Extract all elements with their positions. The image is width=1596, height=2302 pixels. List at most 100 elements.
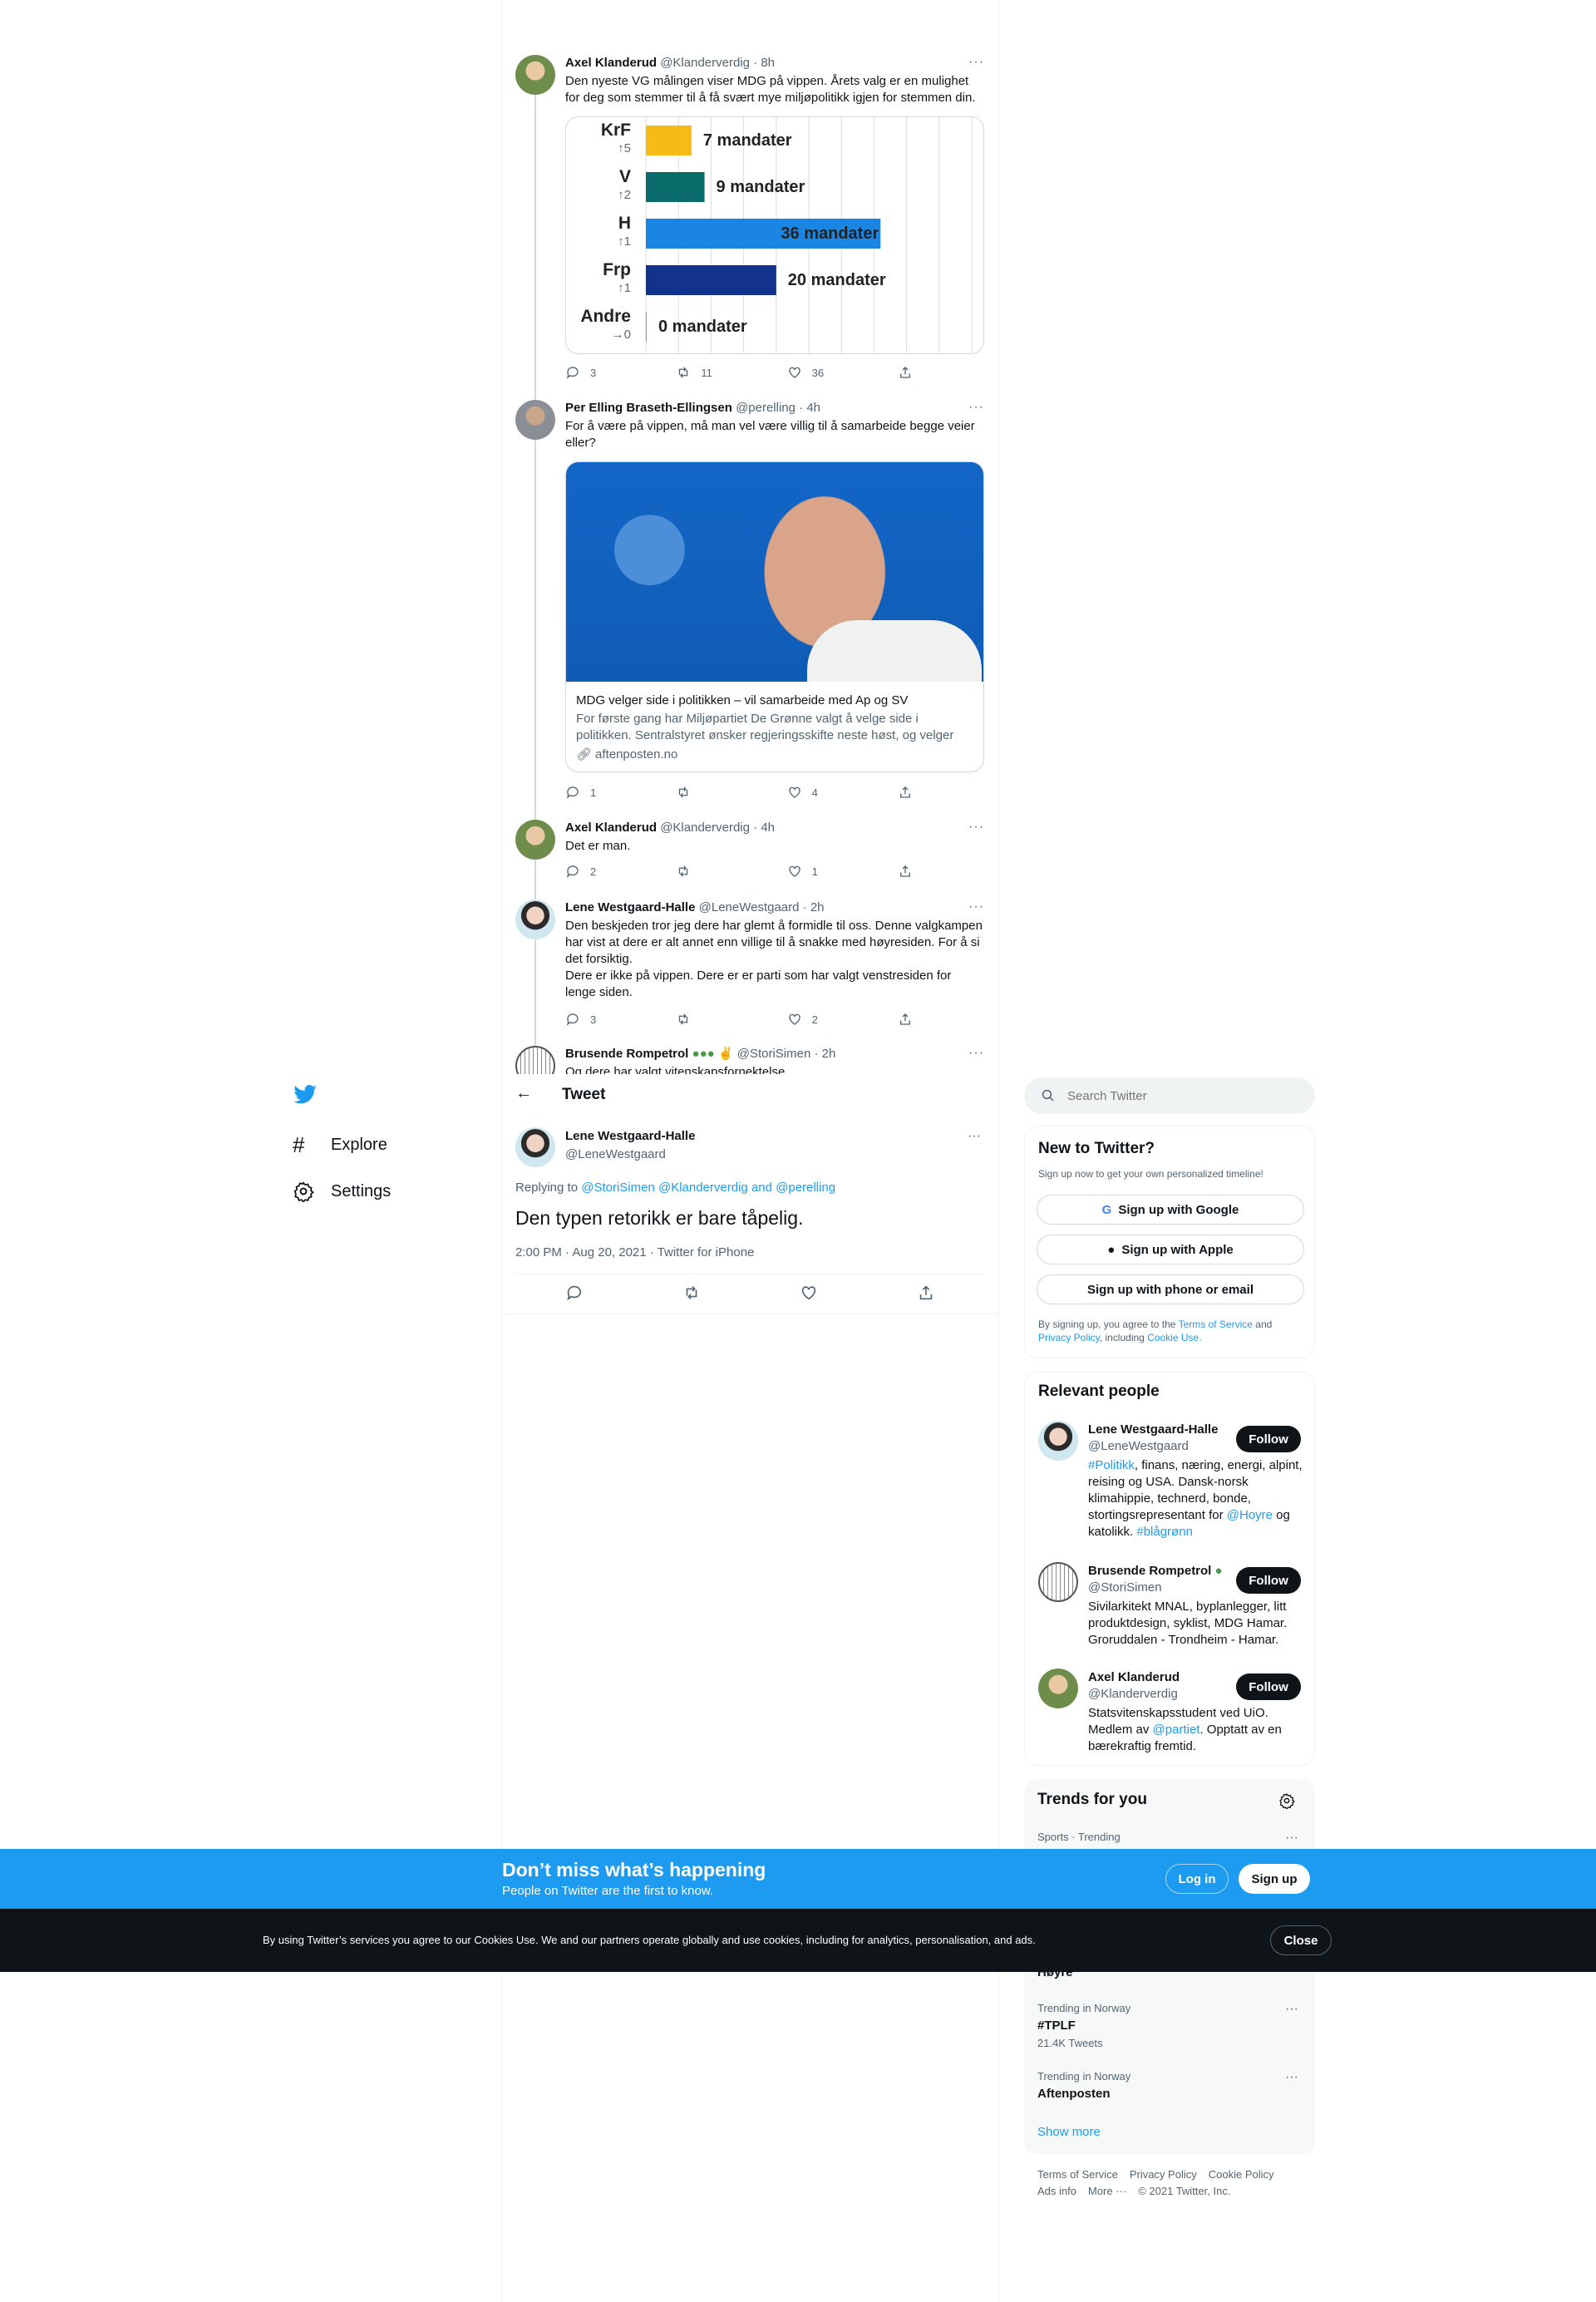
tweet-time[interactable]: 4h: [806, 401, 820, 415]
tweet[interactable]: Axel Klanderud @Klanderverdig · 8h ··· D…: [502, 55, 998, 387]
author-name[interactable]: Axel Klanderud: [565, 821, 657, 835]
avatar[interactable]: [515, 1127, 555, 1167]
author-name[interactable]: Brusende Rompetrol: [565, 1047, 688, 1061]
signup-button[interactable]: Sign up: [1239, 1864, 1310, 1894]
reply-button[interactable]: 1: [565, 784, 665, 801]
follow-button[interactable]: Follow: [1236, 1674, 1301, 1700]
nav-explore[interactable]: # Explore: [293, 1132, 387, 1158]
retweet-button[interactable]: [676, 784, 776, 801]
tweet-meta[interactable]: 2:00 PM · Aug 20, 2021 · Twitter for iPh…: [515, 1245, 754, 1259]
person-handle[interactable]: @Klanderverdig: [1088, 1687, 1178, 1701]
reply-icon[interactable]: [565, 1284, 584, 1302]
footer-terms-link[interactable]: Terms of Service: [1037, 2168, 1118, 2181]
retweet-button[interactable]: [676, 863, 776, 880]
author-handle[interactable]: @LeneWestgaard: [699, 900, 800, 914]
tweet[interactable]: Brusende Rompetrol ●●● ✌ @StoriSimen · 2…: [502, 1046, 998, 1074]
footer-cookie-link[interactable]: Cookie Policy: [1209, 2168, 1274, 2181]
person-name[interactable]: Axel Klanderud: [1088, 1670, 1180, 1684]
gear-icon[interactable]: [1278, 1792, 1295, 1809]
follow-button[interactable]: Follow: [1236, 1567, 1301, 1594]
avatar[interactable]: [515, 1046, 555, 1074]
more-icon[interactable]: ···: [1285, 2002, 1298, 2017]
privacy-link[interactable]: Privacy Policy: [1038, 1332, 1100, 1343]
trend-name[interactable]: #TPLF: [1037, 2019, 1076, 2033]
login-button[interactable]: Log in: [1165, 1864, 1229, 1894]
share-button[interactable]: [898, 364, 914, 381]
author-handle[interactable]: @Klanderverdig: [660, 821, 750, 835]
share-button[interactable]: [898, 1011, 914, 1028]
chart-image[interactable]: KrF ↑5 7 mandater V ↑2 9 mandater H ↑1 36 mandat…: [565, 116, 984, 354]
person-name[interactable]: Lene Westgaard-Halle: [1088, 1422, 1218, 1437]
more-icon[interactable]: ···: [968, 820, 984, 835]
retweet-button[interactable]: [676, 1011, 776, 1028]
twitter-logo-icon[interactable]: [291, 1082, 319, 1107]
tweet[interactable]: Lene Westgaard-Halle @LeneWestgaard · 2h…: [502, 900, 998, 1026]
terms-link[interactable]: Terms of Service: [1179, 1319, 1253, 1330]
reply-button[interactable]: 2: [565, 863, 665, 880]
author-handle[interactable]: @Klanderverdig: [660, 56, 750, 70]
signup-phone-button[interactable]: Sign up with phone or email: [1037, 1274, 1304, 1304]
avatar[interactable]: [515, 55, 555, 95]
more-icon[interactable]: ···: [968, 400, 984, 415]
trend-category[interactable]: Sports · Trending: [1037, 1831, 1121, 1843]
avatar[interactable]: [1038, 1562, 1078, 1602]
like-button[interactable]: 36: [787, 364, 887, 381]
search-box[interactable]: [1024, 1077, 1315, 1114]
retweet-button[interactable]: 11: [676, 364, 776, 381]
footer-privacy-link[interactable]: Privacy Policy: [1130, 2168, 1197, 2181]
mention-link[interactable]: @Hoyre: [1227, 1508, 1273, 1522]
person-name[interactable]: Brusende Rompetrol ●: [1088, 1564, 1223, 1578]
avatar[interactable]: [515, 400, 555, 440]
like-button[interactable]: 1: [787, 863, 887, 880]
mention-link[interactable]: @StoriSimen @Klanderverdig: [581, 1181, 748, 1195]
follow-button[interactable]: Follow: [1236, 1426, 1301, 1452]
cookie-close-button[interactable]: Close: [1270, 1925, 1332, 1955]
avatar[interactable]: [515, 820, 555, 860]
author-name[interactable]: Lene Westgaard-Halle: [565, 1129, 695, 1143]
link-card[interactable]: MDG velger side i politikken – vil samar…: [565, 461, 984, 772]
trend-name[interactable]: Aftenposten: [1037, 2087, 1111, 2101]
more-icon[interactable]: ···: [968, 55, 984, 70]
author-handle[interactable]: @perelling: [736, 401, 796, 415]
tweet-time[interactable]: 4h: [761, 821, 775, 835]
show-more-link[interactable]: Show more: [1037, 2125, 1101, 2139]
like-button[interactable]: 4: [787, 784, 887, 801]
author-handle[interactable]: @LeneWestgaard: [565, 1147, 666, 1161]
signup-google-button[interactable]: G Sign up with Google: [1037, 1195, 1304, 1225]
reply-button[interactable]: 3: [565, 364, 665, 381]
more-icon[interactable]: ···: [1285, 1831, 1298, 1846]
tweet-time[interactable]: 2h: [822, 1047, 836, 1061]
like-button[interactable]: 2: [787, 1011, 887, 1028]
author-handle[interactable]: @StoriSimen: [737, 1047, 811, 1061]
tweet-time[interactable]: 8h: [761, 56, 775, 70]
reply-button[interactable]: 3: [565, 1011, 665, 1028]
mention-link[interactable]: @partiet: [1153, 1723, 1200, 1737]
tweet[interactable]: Per Elling Braseth-Ellingsen @perelling …: [502, 400, 998, 799]
share-icon[interactable]: [917, 1284, 935, 1302]
share-button[interactable]: [898, 863, 914, 880]
more-icon[interactable]: ···: [1285, 2070, 1298, 2085]
cookie-link[interactable]: Cookie Use.: [1147, 1332, 1201, 1343]
search-input[interactable]: [1067, 1088, 1283, 1103]
back-arrow-icon[interactable]: ←: [515, 1084, 532, 1103]
tweet[interactable]: Axel Klanderud @Klanderverdig · 4h ··· D…: [502, 820, 998, 878]
hashtag-link[interactable]: #Politikk: [1088, 1458, 1135, 1472]
avatar[interactable]: [515, 900, 555, 939]
avatar[interactable]: [1038, 1421, 1078, 1461]
author-name[interactable]: Per Elling Braseth-Ellingsen: [565, 401, 732, 415]
footer-ads-link[interactable]: Ads info: [1037, 2185, 1076, 2197]
person-handle[interactable]: @StoriSimen: [1088, 1580, 1162, 1595]
signup-apple-button[interactable]: ● Sign up with Apple: [1037, 1235, 1304, 1264]
author-name[interactable]: Lene Westgaard-Halle: [565, 900, 695, 914]
retweet-icon[interactable]: [682, 1284, 701, 1302]
share-button[interactable]: [898, 784, 914, 801]
more-icon[interactable]: ···: [968, 900, 984, 914]
person-handle[interactable]: @LeneWestgaard: [1088, 1439, 1189, 1453]
more-icon[interactable]: ···: [968, 1129, 981, 1144]
tweet-time[interactable]: 2h: [810, 900, 825, 914]
more-icon[interactable]: ···: [968, 1046, 984, 1061]
hashtag-link[interactable]: #blågrønn: [1136, 1525, 1193, 1539]
footer-more-link[interactable]: More ···: [1088, 2185, 1126, 2197]
nav-settings[interactable]: Settings: [293, 1181, 391, 1202]
heart-icon[interactable]: [800, 1284, 818, 1302]
